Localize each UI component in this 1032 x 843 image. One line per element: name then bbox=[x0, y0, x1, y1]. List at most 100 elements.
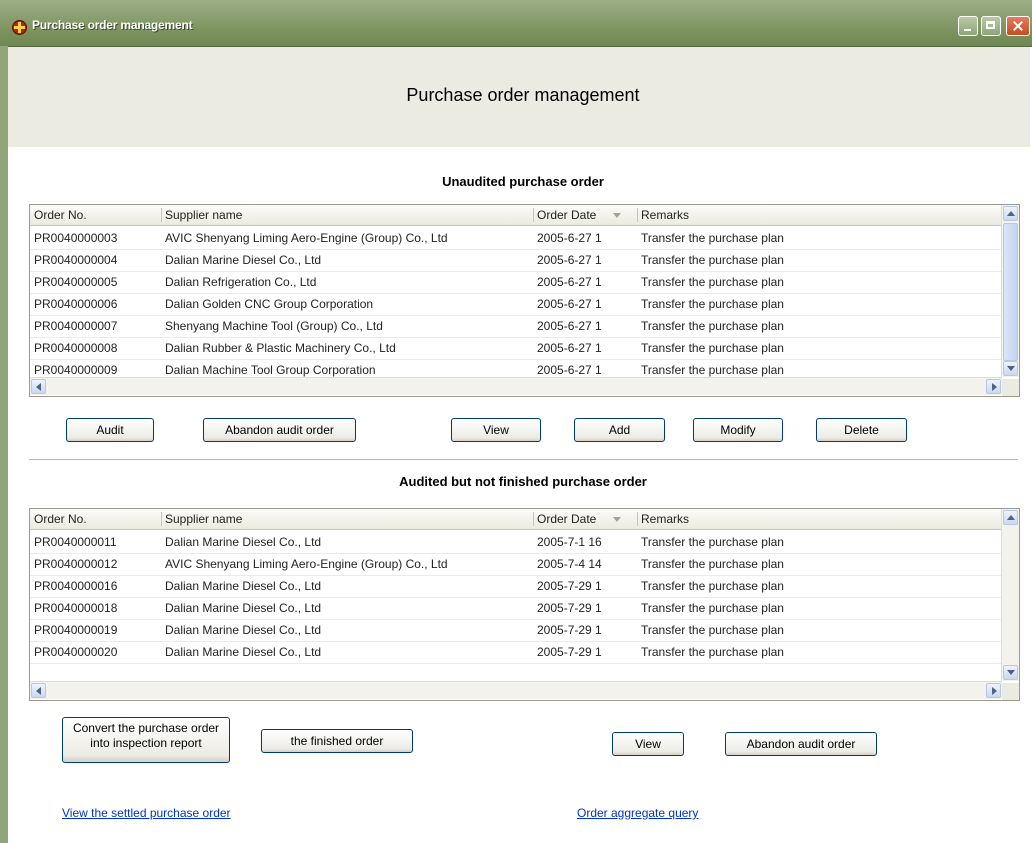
audit-button[interactable]: Audit bbox=[66, 418, 154, 442]
add-button[interactable]: Add bbox=[574, 418, 665, 442]
cell-order-no: PR0040000005 bbox=[34, 275, 118, 289]
table-row[interactable]: PR0040000016 Dalian Marine Diesel Co., Lt… bbox=[30, 575, 1002, 598]
finished-order-button[interactable]: the finished order bbox=[261, 729, 413, 753]
audited-section-title: Audited but not finished purchase order bbox=[399, 474, 647, 489]
app-icon bbox=[12, 20, 27, 35]
cell-remarks: Transfer the purchase plan bbox=[641, 253, 784, 267]
cell-order-no: PR0040000008 bbox=[34, 341, 118, 355]
abandon-audited-order-button[interactable]: Abandon audit order bbox=[725, 732, 877, 756]
audited-order-grid[interactable]: Order No. Supplier name Order Date Remar… bbox=[29, 508, 1020, 701]
table-row[interactable]: PR0040000018 Dalian Marine Diesel Co., Lt… bbox=[30, 597, 1002, 620]
grid-header: Order No. Supplier name Order Date Remar… bbox=[30, 509, 1002, 530]
cell-remarks: Transfer the purchase plan bbox=[641, 341, 784, 355]
cell-order-date: 2005-6-27 1 bbox=[537, 319, 602, 333]
scroll-up-icon[interactable] bbox=[1003, 206, 1018, 221]
table-row[interactable]: PR0040000003 AVIC Shenyang Liming Aero-En… bbox=[30, 227, 1002, 250]
window-border bbox=[0, 46, 8, 843]
column-header-supplier[interactable]: Supplier name bbox=[161, 205, 533, 225]
cell-supplier-name: Dalian Marine Diesel Co., Ltd bbox=[165, 253, 322, 267]
cell-supplier-name: Dalian Rubber & Plastic Machinery Co., L… bbox=[165, 341, 396, 355]
scroll-up-icon[interactable] bbox=[1003, 510, 1018, 525]
column-header-order-date[interactable]: Order Date bbox=[533, 205, 637, 225]
table-row[interactable]: PR0040000006 Dalian Golden CNC Group Corp… bbox=[30, 293, 1002, 316]
scroll-left-icon[interactable] bbox=[31, 379, 46, 394]
horizontal-scrollbar[interactable] bbox=[30, 377, 1002, 395]
order-aggregate-query-link[interactable]: Order aggregate query bbox=[577, 806, 698, 820]
horizontal-scrollbar[interactable] bbox=[30, 681, 1002, 699]
cell-order-date: 2005-7-4 14 bbox=[537, 557, 602, 571]
view-button[interactable]: View bbox=[451, 418, 541, 442]
column-header-label: Remarks bbox=[641, 208, 690, 222]
table-row[interactable]: PR0040000004 Dalian Marine Diesel Co., Lt… bbox=[30, 249, 1002, 272]
cell-remarks: Transfer the purchase plan bbox=[641, 319, 784, 333]
table-row[interactable]: PR0040000020 Dalian Marine Diesel Co., Lt… bbox=[30, 641, 1002, 664]
delete-button[interactable]: Delete bbox=[816, 418, 907, 442]
vertical-scrollbar[interactable] bbox=[1001, 205, 1019, 377]
cell-order-date: 2005-7-29 1 bbox=[537, 623, 602, 637]
scroll-left-icon[interactable] bbox=[31, 683, 46, 698]
sort-arrow-icon bbox=[613, 213, 621, 218]
window-title: Purchase order management bbox=[32, 18, 193, 32]
cell-supplier-name: Dalian Marine Diesel Co., Ltd bbox=[165, 601, 322, 615]
cell-order-no: PR0040000016 bbox=[34, 579, 118, 593]
cell-order-date: 2005-7-1 16 bbox=[537, 535, 602, 549]
unaudited-order-grid[interactable]: Order No. Supplier name Order Date Remar… bbox=[29, 204, 1020, 397]
abandon-audit-order-button[interactable]: Abandon audit order bbox=[203, 418, 356, 442]
close-button[interactable] bbox=[1006, 16, 1030, 36]
vertical-scrollbar[interactable] bbox=[1001, 509, 1019, 681]
view-audited-button[interactable]: View bbox=[612, 732, 684, 756]
column-header-label: Supplier name bbox=[165, 208, 243, 222]
cell-supplier-name: Dalian Refrigeration Co., Ltd bbox=[165, 275, 317, 289]
cell-supplier-name: Dalian Marine Diesel Co., Ltd bbox=[165, 535, 322, 549]
cell-order-no: PR0040000007 bbox=[34, 319, 118, 333]
table-row[interactable]: PR0040000019 Dalian Marine Diesel Co., Lt… bbox=[30, 619, 1002, 642]
scroll-corner bbox=[1002, 683, 1019, 700]
column-header-order-date[interactable]: Order Date bbox=[533, 509, 637, 529]
cell-supplier-name: Dalian Marine Diesel Co., Ltd bbox=[165, 579, 322, 593]
scroll-right-icon[interactable] bbox=[986, 683, 1001, 698]
cell-remarks: Transfer the purchase plan bbox=[641, 645, 784, 659]
cell-supplier-name: AVIC Shenyang Liming Aero-Engine (Group)… bbox=[165, 231, 448, 245]
scroll-down-icon[interactable] bbox=[1003, 361, 1018, 376]
column-header-order-no[interactable]: Order No. bbox=[30, 509, 160, 529]
scroll-down-icon[interactable] bbox=[1003, 665, 1018, 680]
table-row[interactable]: PR0040000005 Dalian Refrigeration Co., Lt… bbox=[30, 271, 1002, 294]
scroll-thumb[interactable] bbox=[1003, 223, 1018, 361]
cell-supplier-name: AVIC Shenyang Liming Aero-Engine (Group)… bbox=[165, 557, 448, 571]
section-divider bbox=[29, 459, 1018, 460]
cell-remarks: Transfer the purchase plan bbox=[641, 297, 784, 311]
table-row[interactable]: PR0040000012 AVIC Shenyang Liming Aero-En… bbox=[30, 553, 1002, 576]
cell-order-date: 2005-6-27 1 bbox=[537, 253, 602, 267]
cell-remarks: Transfer the purchase plan bbox=[641, 231, 784, 245]
cell-order-no: PR0040000020 bbox=[34, 645, 118, 659]
view-settled-orders-link[interactable]: View the settled purchase order bbox=[62, 806, 231, 820]
modify-button[interactable]: Modify bbox=[693, 418, 783, 442]
convert-to-inspection-report-button[interactable]: Convert the purchase order into inspecti… bbox=[62, 717, 230, 763]
cell-order-no: PR0040000011 bbox=[34, 535, 117, 549]
scroll-corner bbox=[1002, 379, 1019, 396]
column-header-order-no[interactable]: Order No. bbox=[30, 205, 160, 225]
cell-order-no: PR0040000012 bbox=[34, 557, 118, 571]
cell-order-date: 2005-7-29 1 bbox=[537, 645, 602, 659]
cell-remarks: Transfer the purchase plan bbox=[641, 535, 784, 549]
cell-remarks: Transfer the purchase plan bbox=[641, 557, 784, 571]
title-bar[interactable]: Purchase order management bbox=[0, 0, 1032, 47]
table-row[interactable]: PR0040000007 Shenyang Machine Tool (Group… bbox=[30, 315, 1002, 338]
cell-order-no: PR0040000006 bbox=[34, 297, 118, 311]
scroll-right-icon[interactable] bbox=[986, 379, 1001, 394]
column-header-label: Supplier name bbox=[165, 512, 243, 526]
table-row[interactable]: PR0040000011 Dalian Marine Diesel Co., Lt… bbox=[30, 531, 1002, 554]
cell-supplier-name: Dalian Marine Diesel Co., Ltd bbox=[165, 623, 322, 637]
maximize-button[interactable] bbox=[981, 16, 1001, 36]
cell-order-date: 2005-7-29 1 bbox=[537, 579, 602, 593]
column-header-remarks[interactable]: Remarks bbox=[637, 509, 1002, 529]
table-row[interactable]: PR0040000008 Dalian Rubber & Plastic Mach… bbox=[30, 337, 1002, 360]
minimize-button[interactable] bbox=[958, 16, 978, 36]
main-window: Purchase order management Purchase order… bbox=[0, 0, 1032, 843]
cell-order-no: PR0040000018 bbox=[34, 601, 118, 615]
unaudited-section-title: Unaudited purchase order bbox=[442, 174, 604, 189]
cell-order-date: 2005-6-27 1 bbox=[537, 275, 602, 289]
column-header-supplier[interactable]: Supplier name bbox=[161, 509, 533, 529]
column-header-remarks[interactable]: Remarks bbox=[637, 205, 1002, 225]
cell-order-no: PR0040000004 bbox=[34, 253, 118, 267]
